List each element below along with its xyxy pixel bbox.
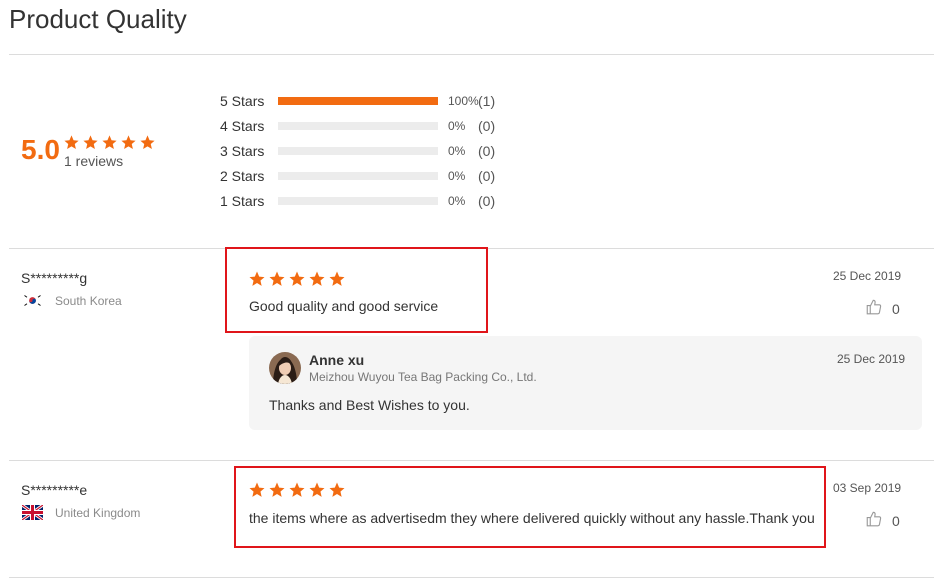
star-icon — [328, 270, 346, 293]
rating-label: 2 Stars — [220, 168, 265, 184]
star-icon — [308, 481, 326, 504]
rating-distribution-row: 4 Stars 0% (0) — [220, 116, 495, 136]
country-name: South Korea — [55, 293, 122, 308]
review-stars — [248, 481, 346, 504]
like-button[interactable]: 0 — [865, 510, 900, 531]
star-icon — [248, 270, 266, 293]
like-count: 0 — [892, 512, 900, 529]
like-button[interactable]: 0 — [865, 298, 900, 319]
like-count: 0 — [892, 300, 900, 317]
rating-distribution-row: 2 Stars 0% (0) — [220, 166, 495, 186]
rating-percent: 0% — [448, 194, 466, 208]
rating-count: (1) — [478, 93, 496, 109]
rating-percent: 0% — [448, 144, 466, 158]
star-icon — [268, 270, 286, 293]
reply-text: Thanks and Best Wishes to you. — [269, 397, 470, 413]
rating-distribution-row: 1 Stars 0% (0) — [220, 191, 495, 211]
rating-bar — [278, 172, 438, 180]
rating-count: (0) — [478, 118, 496, 134]
rating-bar — [278, 97, 438, 105]
rating-bar — [278, 197, 438, 205]
star-icon — [248, 481, 266, 504]
rating-distribution-row: 3 Stars 0% (0) — [220, 141, 495, 161]
section-title: Product Quality — [9, 4, 187, 34]
rating-distribution-row: 5 Stars 100% (1) — [220, 91, 495, 111]
rating-bar-fill — [278, 97, 438, 105]
rating-count: (0) — [478, 193, 496, 209]
rating-count: (0) — [478, 143, 496, 159]
reviewer-name: S*********e — [21, 482, 88, 498]
rating-label: 3 Stars — [220, 143, 265, 159]
rating-percent: 0% — [448, 169, 466, 183]
divider — [9, 460, 934, 461]
rating-label: 1 Stars — [220, 193, 265, 209]
rating-percent: 100% — [448, 94, 479, 108]
reply-author: Anne xu — [309, 352, 365, 368]
highlight-box — [234, 466, 826, 548]
star-icon — [328, 481, 346, 504]
reviewer-name: S*********g — [21, 270, 88, 286]
star-icon — [308, 270, 326, 293]
country-name: United Kingdom — [55, 505, 141, 520]
star-icon — [288, 481, 306, 504]
rating-label: 5 Stars — [220, 93, 265, 109]
overall-score: 5.0 — [21, 134, 60, 165]
star-icon — [268, 481, 286, 504]
review-count: 1 reviews — [64, 153, 124, 169]
review-date: 25 Dec 2019 — [833, 269, 902, 283]
reply-company: Meizhou Wuyou Tea Bag Packing Co., Ltd. — [309, 370, 537, 384]
review-stars — [248, 270, 346, 293]
star-icon — [288, 270, 306, 293]
review-date: 03 Sep 2019 — [833, 481, 902, 495]
rating-label: 4 Stars — [220, 118, 265, 134]
thumbs-up-icon[interactable] — [865, 510, 883, 531]
rating-bar — [278, 147, 438, 155]
reviewer-country: South Korea — [22, 293, 122, 308]
star-icon — [139, 134, 156, 156]
reviewer-country: United Kingdom — [21, 503, 141, 522]
rating-percent: 0% — [448, 119, 466, 133]
review-text: Good quality and good service — [249, 298, 439, 314]
divider — [9, 54, 934, 55]
rating-count: (0) — [478, 168, 496, 184]
review-text: the items where as advertisedm they wher… — [249, 510, 815, 526]
rating-bar — [278, 122, 438, 130]
south-korea-flag-icon — [22, 293, 43, 308]
reply-date: 25 Dec 2019 — [837, 352, 906, 366]
thumbs-up-icon[interactable] — [865, 298, 883, 319]
uk-flag-icon — [21, 503, 44, 522]
avatar — [269, 352, 301, 384]
